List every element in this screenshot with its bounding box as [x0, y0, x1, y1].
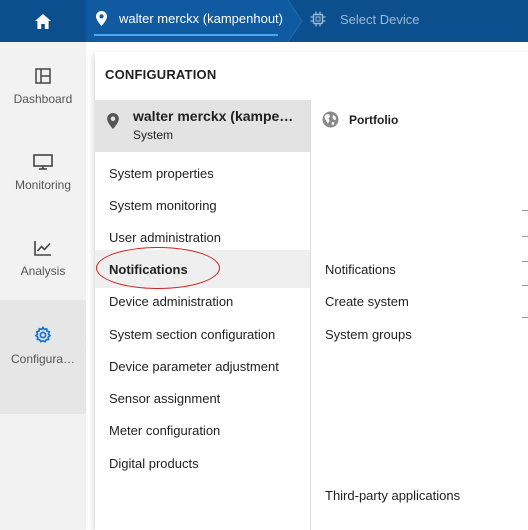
sidebar-item-configuration[interactable]: Configura… — [0, 326, 86, 366]
portfolio-label: Portfolio — [349, 112, 399, 127]
menu-item-system-monitoring[interactable]: System monitoring — [109, 198, 217, 213]
panel-title: CONFIGURATION — [105, 67, 217, 82]
menu-item-user-administration[interactable]: User administration — [109, 230, 221, 245]
selected-system-card[interactable]: walter merckx (kampe… System — [95, 100, 310, 152]
top-navigation-bar: walter merckx (kampenhout) Select Device — [0, 0, 528, 42]
sidebar-item-dashboard[interactable]: Dashboard — [0, 68, 86, 106]
system-breadcrumb[interactable]: walter merckx (kampenhout) — [86, 0, 288, 42]
background-edge-mark — [522, 317, 528, 318]
location-pin-icon — [96, 11, 107, 26]
dashboard-icon — [35, 68, 51, 84]
background-edge-mark — [522, 210, 528, 211]
menu-item-system-properties[interactable]: System properties — [109, 166, 214, 181]
home-icon — [35, 13, 51, 29]
portfolio-header[interactable]: Portfolio — [322, 111, 398, 128]
sidebar-item-label: Monitoring — [14, 178, 72, 192]
system-name: walter merckx (kampe… — [133, 108, 294, 124]
chip-icon — [310, 11, 326, 27]
home-button[interactable] — [0, 0, 86, 42]
menu-item-sensor-assignment[interactable]: Sensor assignment — [109, 391, 220, 406]
background-edge-mark — [522, 236, 528, 237]
device-breadcrumb[interactable]: Select Device — [310, 11, 419, 27]
active-crumb-underline — [94, 34, 278, 36]
menu-item-device-parameter-adjustment[interactable]: Device parameter adjustment — [109, 359, 279, 374]
sidebar-item-analysis[interactable]: Analysis — [0, 240, 86, 278]
monitor-icon — [33, 154, 53, 170]
sidebar-item-monitoring[interactable]: Monitoring — [0, 154, 86, 192]
menu-item-digital-products[interactable]: Digital products — [109, 456, 199, 471]
sidebar-item-label: Dashboard — [13, 92, 73, 106]
annotation-circle — [96, 247, 220, 289]
sidebar: Dashboard Monitoring Analysis Configura… — [0, 42, 86, 530]
sidebar-item-label: Analysis — [20, 264, 66, 278]
menu-item-meter-configuration[interactable]: Meter configuration — [109, 423, 220, 438]
location-pin-icon — [107, 113, 119, 129]
system-breadcrumb-label: walter merckx (kampenhout) — [119, 11, 283, 26]
menu-item-system-section-configuration[interactable]: System section configuration — [109, 327, 275, 342]
background-edge-mark — [522, 261, 528, 262]
globe-icon — [322, 111, 339, 128]
sidebar-item-label: Configura… — [10, 352, 76, 366]
breadcrumb-separator — [288, 0, 303, 42]
gear-icon — [34, 326, 52, 343]
column-divider — [310, 100, 311, 530]
configuration-panel: CONFIGURATION walter merckx (kampe… Syst… — [95, 52, 528, 530]
menu-item-device-administration[interactable]: Device administration — [109, 294, 233, 309]
device-breadcrumb-label: Select Device — [340, 11, 420, 27]
background-edge-mark — [522, 285, 528, 286]
system-subtitle: System — [133, 128, 174, 142]
menu-item-third-party-applications[interactable]: Third-party applications — [325, 488, 460, 503]
menu-item-system-groups[interactable]: System groups — [325, 327, 412, 342]
chart-line-icon — [34, 241, 51, 256]
menu-item-portfolio-notifications[interactable]: Notifications — [325, 262, 396, 277]
menu-item-create-system[interactable]: Create system — [325, 294, 409, 309]
